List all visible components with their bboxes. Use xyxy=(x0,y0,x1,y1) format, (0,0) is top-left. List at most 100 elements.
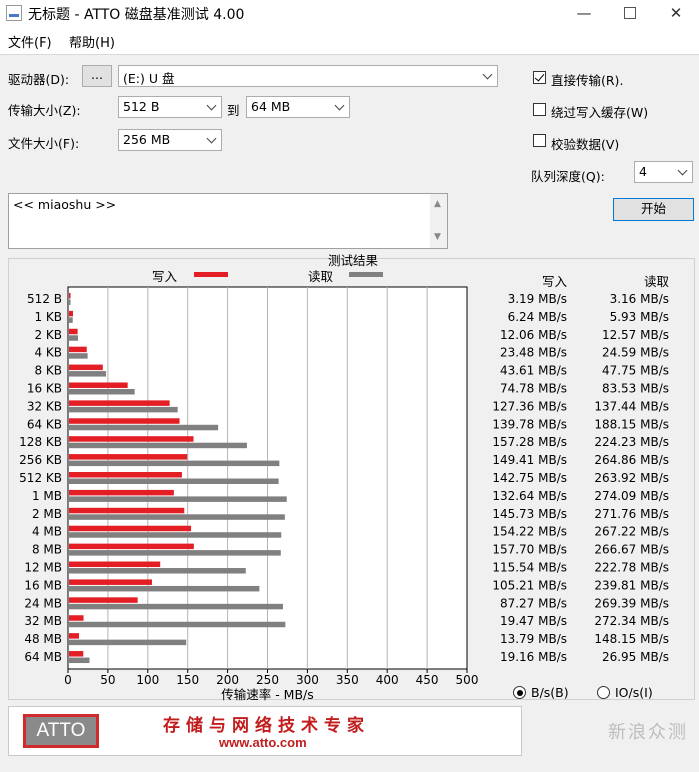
write-bar xyxy=(69,579,152,585)
category-label: 16 MB xyxy=(24,578,62,592)
category-label: 512 B xyxy=(27,292,62,306)
read-value-label: 263.92 MB/s xyxy=(594,471,669,485)
read-bar xyxy=(69,371,107,377)
read-bar xyxy=(69,585,260,592)
banner-slogan: 存储与网络技术专家 xyxy=(163,716,370,736)
write-bar xyxy=(69,418,180,424)
x-axis-label: 传输速率 - MB/s xyxy=(221,687,314,702)
write-value-label: 43.61 MB/s xyxy=(500,364,567,378)
read-bar xyxy=(69,639,187,646)
x-tick-label: 450 xyxy=(416,673,439,687)
category-label: 16 KB xyxy=(27,381,62,395)
write-value-label: 87.27 MB/s xyxy=(500,596,567,610)
read-value-label: 222.78 MB/s xyxy=(594,561,669,575)
read-bar xyxy=(69,424,219,431)
read-value-label: 3.16 MB/s xyxy=(610,292,669,306)
read-value-label: 264.86 MB/s xyxy=(594,453,669,467)
read-value-label: 224.23 MB/s xyxy=(594,435,669,449)
write-value-label: 6.24 MB/s xyxy=(508,310,567,324)
write-bar xyxy=(69,507,185,514)
read-bar xyxy=(69,460,280,467)
category-label: 2 KB xyxy=(34,328,62,342)
write-value-label: 13.79 MB/s xyxy=(500,632,567,646)
read-value-label: 5.93 MB/s xyxy=(610,310,669,324)
read-value-label: 12.57 MB/s xyxy=(602,328,669,342)
read-bar xyxy=(69,335,79,341)
x-tick-label: 300 xyxy=(296,673,319,687)
iops-label: IO/s(I) xyxy=(615,685,653,700)
write-bar xyxy=(69,525,192,532)
category-label: 8 MB xyxy=(32,543,62,557)
write-bar xyxy=(69,310,73,317)
write-bar xyxy=(69,651,84,657)
atto-logo: ATTO xyxy=(23,714,99,748)
read-value-label: 274.09 MB/s xyxy=(594,489,669,503)
write-bar xyxy=(69,454,188,460)
write-bar xyxy=(69,543,194,550)
category-label: 48 MB xyxy=(24,632,62,646)
read-bar xyxy=(69,568,246,574)
write-value-label: 19.47 MB/s xyxy=(500,614,567,628)
read-bar xyxy=(69,603,283,610)
x-tick-label: 350 xyxy=(336,673,359,687)
read-value-label: 83.53 MB/s xyxy=(602,381,669,395)
write-value-label: 139.78 MB/s xyxy=(492,417,567,431)
read-bar xyxy=(69,550,281,556)
write-value-label: 149.41 MB/s xyxy=(492,453,567,467)
read-bar xyxy=(69,388,135,395)
category-label: 4 MB xyxy=(32,525,62,539)
read-bar xyxy=(69,657,90,664)
read-value-label: 272.34 MB/s xyxy=(594,614,669,628)
legend-write-label: 写入 xyxy=(152,269,178,284)
write-value-label: 74.78 MB/s xyxy=(500,381,567,395)
write-bar xyxy=(69,561,161,568)
category-label: 4 KB xyxy=(34,346,62,360)
read-value-label: 47.75 MB/s xyxy=(602,364,669,378)
category-label: 32 MB xyxy=(24,614,62,628)
read-value-label: 148.15 MB/s xyxy=(594,632,669,646)
read-value-label: 137.44 MB/s xyxy=(594,399,669,413)
legend-write-swatch xyxy=(194,272,228,277)
read-bar xyxy=(69,406,178,413)
iops-radio[interactable] xyxy=(597,686,610,699)
read-value-label: 271.76 MB/s xyxy=(594,507,669,521)
x-tick-label: 400 xyxy=(376,673,399,687)
write-value-label: 115.54 MB/s xyxy=(492,561,567,575)
read-bar xyxy=(69,317,73,323)
write-bar xyxy=(69,346,87,353)
chart-title: 测试结果 xyxy=(328,253,379,268)
write-bar xyxy=(69,382,128,388)
write-bar xyxy=(69,292,71,299)
read-value-label: 269.39 MB/s xyxy=(594,596,669,610)
x-tick-label: 200 xyxy=(216,673,239,687)
read-bar xyxy=(69,514,285,520)
atto-banner[interactable]: ATTO 存储与网络技术专家 www.atto.com xyxy=(8,706,522,756)
write-bar xyxy=(69,597,138,603)
write-value-label: 127.36 MB/s xyxy=(492,399,567,413)
category-label: 12 MB xyxy=(24,561,62,575)
bps-radio[interactable] xyxy=(513,686,526,699)
write-bar xyxy=(69,400,170,406)
category-label: 24 MB xyxy=(24,596,62,610)
x-tick-label: 150 xyxy=(176,673,199,687)
read-value-label: 267.22 MB/s xyxy=(594,525,669,539)
category-label: 128 KB xyxy=(19,435,62,449)
category-label: 2 MB xyxy=(32,507,62,521)
write-column-header: 写入 xyxy=(542,274,568,289)
read-bar xyxy=(69,299,71,305)
category-label: 1 MB xyxy=(32,489,62,503)
category-label: 8 KB xyxy=(34,364,62,378)
read-bar xyxy=(69,442,247,449)
x-tick-label: 500 xyxy=(456,673,479,687)
write-value-label: 105.21 MB/s xyxy=(492,578,567,592)
write-value-label: 154.22 MB/s xyxy=(492,525,567,539)
watermark: 新浪众测 xyxy=(608,722,688,743)
category-label: 1 KB xyxy=(34,310,62,324)
category-label: 32 KB xyxy=(27,399,62,413)
write-bar xyxy=(69,328,78,335)
write-bar xyxy=(69,489,174,496)
results-chart: 0 50 100 150 200 250 300 350 400 450 500 传输速率 - MB/… xyxy=(19,253,669,702)
banner-url: www.atto.com xyxy=(219,735,307,750)
read-value-label: 26.95 MB/s xyxy=(602,650,669,664)
write-value-label: 19.16 MB/s xyxy=(500,650,567,664)
